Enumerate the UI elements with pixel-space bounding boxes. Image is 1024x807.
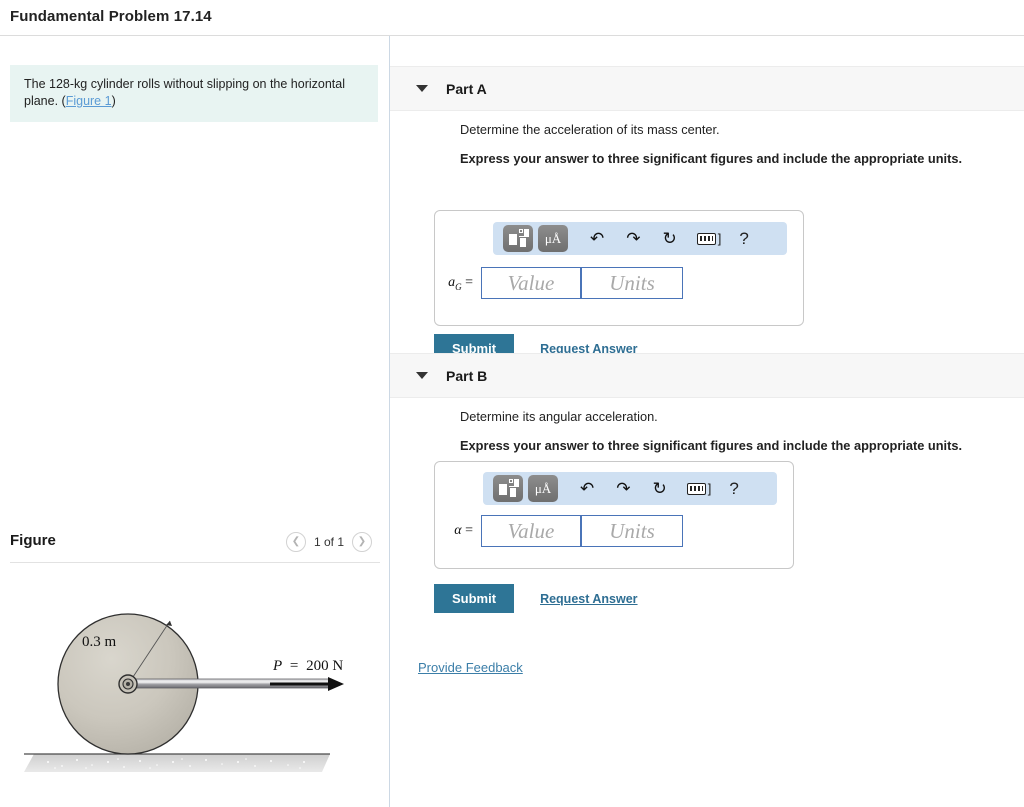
answer-box-a: μÅ ↶ ↷ ↻ ] ? aG = Value Units	[434, 210, 804, 326]
math-template-icon-b[interactable]	[493, 475, 523, 502]
caret-down-icon-b[interactable]	[416, 372, 428, 379]
figure-divider	[10, 562, 380, 563]
action-row-b: Submit Request Answer	[434, 584, 638, 613]
answer-symbol-a: aG =	[435, 275, 481, 292]
radius-label: 0.3 m	[82, 634, 117, 650]
units-icon-b[interactable]: μÅ	[528, 475, 558, 502]
part-header-a[interactable]: Part A	[390, 66, 1024, 111]
answer-symbol-base-b: α	[454, 523, 462, 538]
undo-icon-a[interactable]: ↶	[590, 230, 604, 247]
paren-close: )	[111, 93, 116, 108]
reset-icon-a[interactable]: ↻	[663, 230, 677, 247]
chevron-left-icon[interactable]: ❮	[285, 532, 306, 552]
page-header: Fundamental Problem 17.14	[0, 0, 1024, 34]
reset-icon-b[interactable]: ↻	[653, 480, 667, 497]
page-title: Fundamental Problem 17.14	[10, 8, 212, 25]
keyboard-bracket-b: ]	[707, 481, 712, 496]
answer-row-a: aG = Value Units	[435, 267, 683, 299]
figure-1-link[interactable]: Figure 1	[66, 94, 112, 108]
figure-navigation: ❮ 1 of 1 ❯	[285, 532, 372, 552]
math-toolbar-a: μÅ ↶ ↷ ↻ ] ?	[493, 222, 787, 255]
force-equals: =	[290, 658, 298, 674]
keyboard-icon-b[interactable]: ]	[686, 481, 712, 496]
hub-center	[126, 682, 130, 686]
part-instruction-b: Express your answer to three significant…	[460, 437, 963, 453]
math-template-icon-a[interactable]	[503, 225, 533, 252]
part-body-b: Determine its angular acceleration. Expr…	[390, 409, 1024, 454]
answer-box-b: μÅ ↶ ↷ ↻ ] ? α = Value Units	[434, 461, 794, 569]
force-symbol: P	[272, 658, 282, 674]
math-toolbar-b: μÅ ↶ ↷ ↻ ] ?	[483, 472, 777, 505]
part-body-a: Determine the acceleration of its mass c…	[390, 122, 1024, 167]
keyboard-bracket-a: ]	[717, 231, 722, 246]
answer-symbol-sub-a: G	[455, 281, 462, 292]
help-icon-b[interactable]: ?	[729, 479, 738, 499]
value-input-a[interactable]: Value	[481, 267, 581, 299]
cylinder-diagram-svg: 0.3 m P = 200 N	[24, 613, 344, 772]
part-label-a: Part A	[446, 80, 487, 97]
chevron-right-icon[interactable]: ❯	[352, 532, 372, 552]
force-arrow-head	[328, 677, 344, 691]
figure-diagram[interactable]: 0.3 m P = 200 N	[0, 576, 390, 807]
problem-page: Fundamental Problem 17.14 The 128-kg cyl…	[0, 0, 1024, 807]
units-input-b[interactable]: Units	[581, 515, 683, 547]
caret-down-icon-a[interactable]	[416, 85, 428, 92]
submit-button-b[interactable]: Submit	[434, 584, 515, 613]
right-panel: Part A Determine the acceleration of its…	[390, 36, 1024, 807]
redo-icon-b[interactable]: ↷	[616, 480, 630, 497]
answer-symbol-b: α =	[435, 523, 481, 539]
answer-equals-a: =	[465, 274, 473, 290]
units-input-a[interactable]: Units	[581, 267, 683, 299]
figure-title: Figure	[10, 532, 56, 549]
undo-icon-b[interactable]: ↶	[580, 480, 594, 497]
answer-equals-b: =	[465, 523, 473, 538]
force-label: P = 200 N	[272, 658, 343, 674]
part-instruction-a: Express your answer to three significant…	[460, 150, 963, 166]
help-icon-a[interactable]: ?	[739, 229, 748, 249]
request-answer-link-b[interactable]: Request Answer	[540, 592, 637, 606]
part-prompt-a: Determine the acceleration of its mass c…	[460, 122, 720, 137]
keyboard-icon-a[interactable]: ]	[696, 231, 722, 246]
problem-statement: The 128-kg cylinder rolls without slippi…	[10, 65, 378, 122]
units-icon-a[interactable]: μÅ	[538, 225, 568, 252]
ground-surface	[24, 754, 330, 772]
content-columns: The 128-kg cylinder rolls without slippi…	[0, 36, 1024, 807]
force-value: 200 N	[306, 658, 343, 674]
answer-row-b: α = Value Units	[435, 515, 683, 547]
figure-header: Figure ❮ 1 of 1 ❯	[10, 532, 380, 562]
part-label-b: Part B	[446, 367, 488, 384]
part-header-b[interactable]: Part B	[390, 353, 1024, 398]
provide-feedback-link[interactable]: Provide Feedback	[418, 660, 523, 675]
figure-counter: 1 of 1	[313, 535, 344, 549]
redo-icon-a[interactable]: ↷	[626, 230, 640, 247]
value-input-b[interactable]: Value	[481, 515, 581, 547]
left-panel: The 128-kg cylinder rolls without slippi…	[0, 36, 390, 807]
part-prompt-b: Determine its angular acceleration.	[460, 409, 658, 424]
